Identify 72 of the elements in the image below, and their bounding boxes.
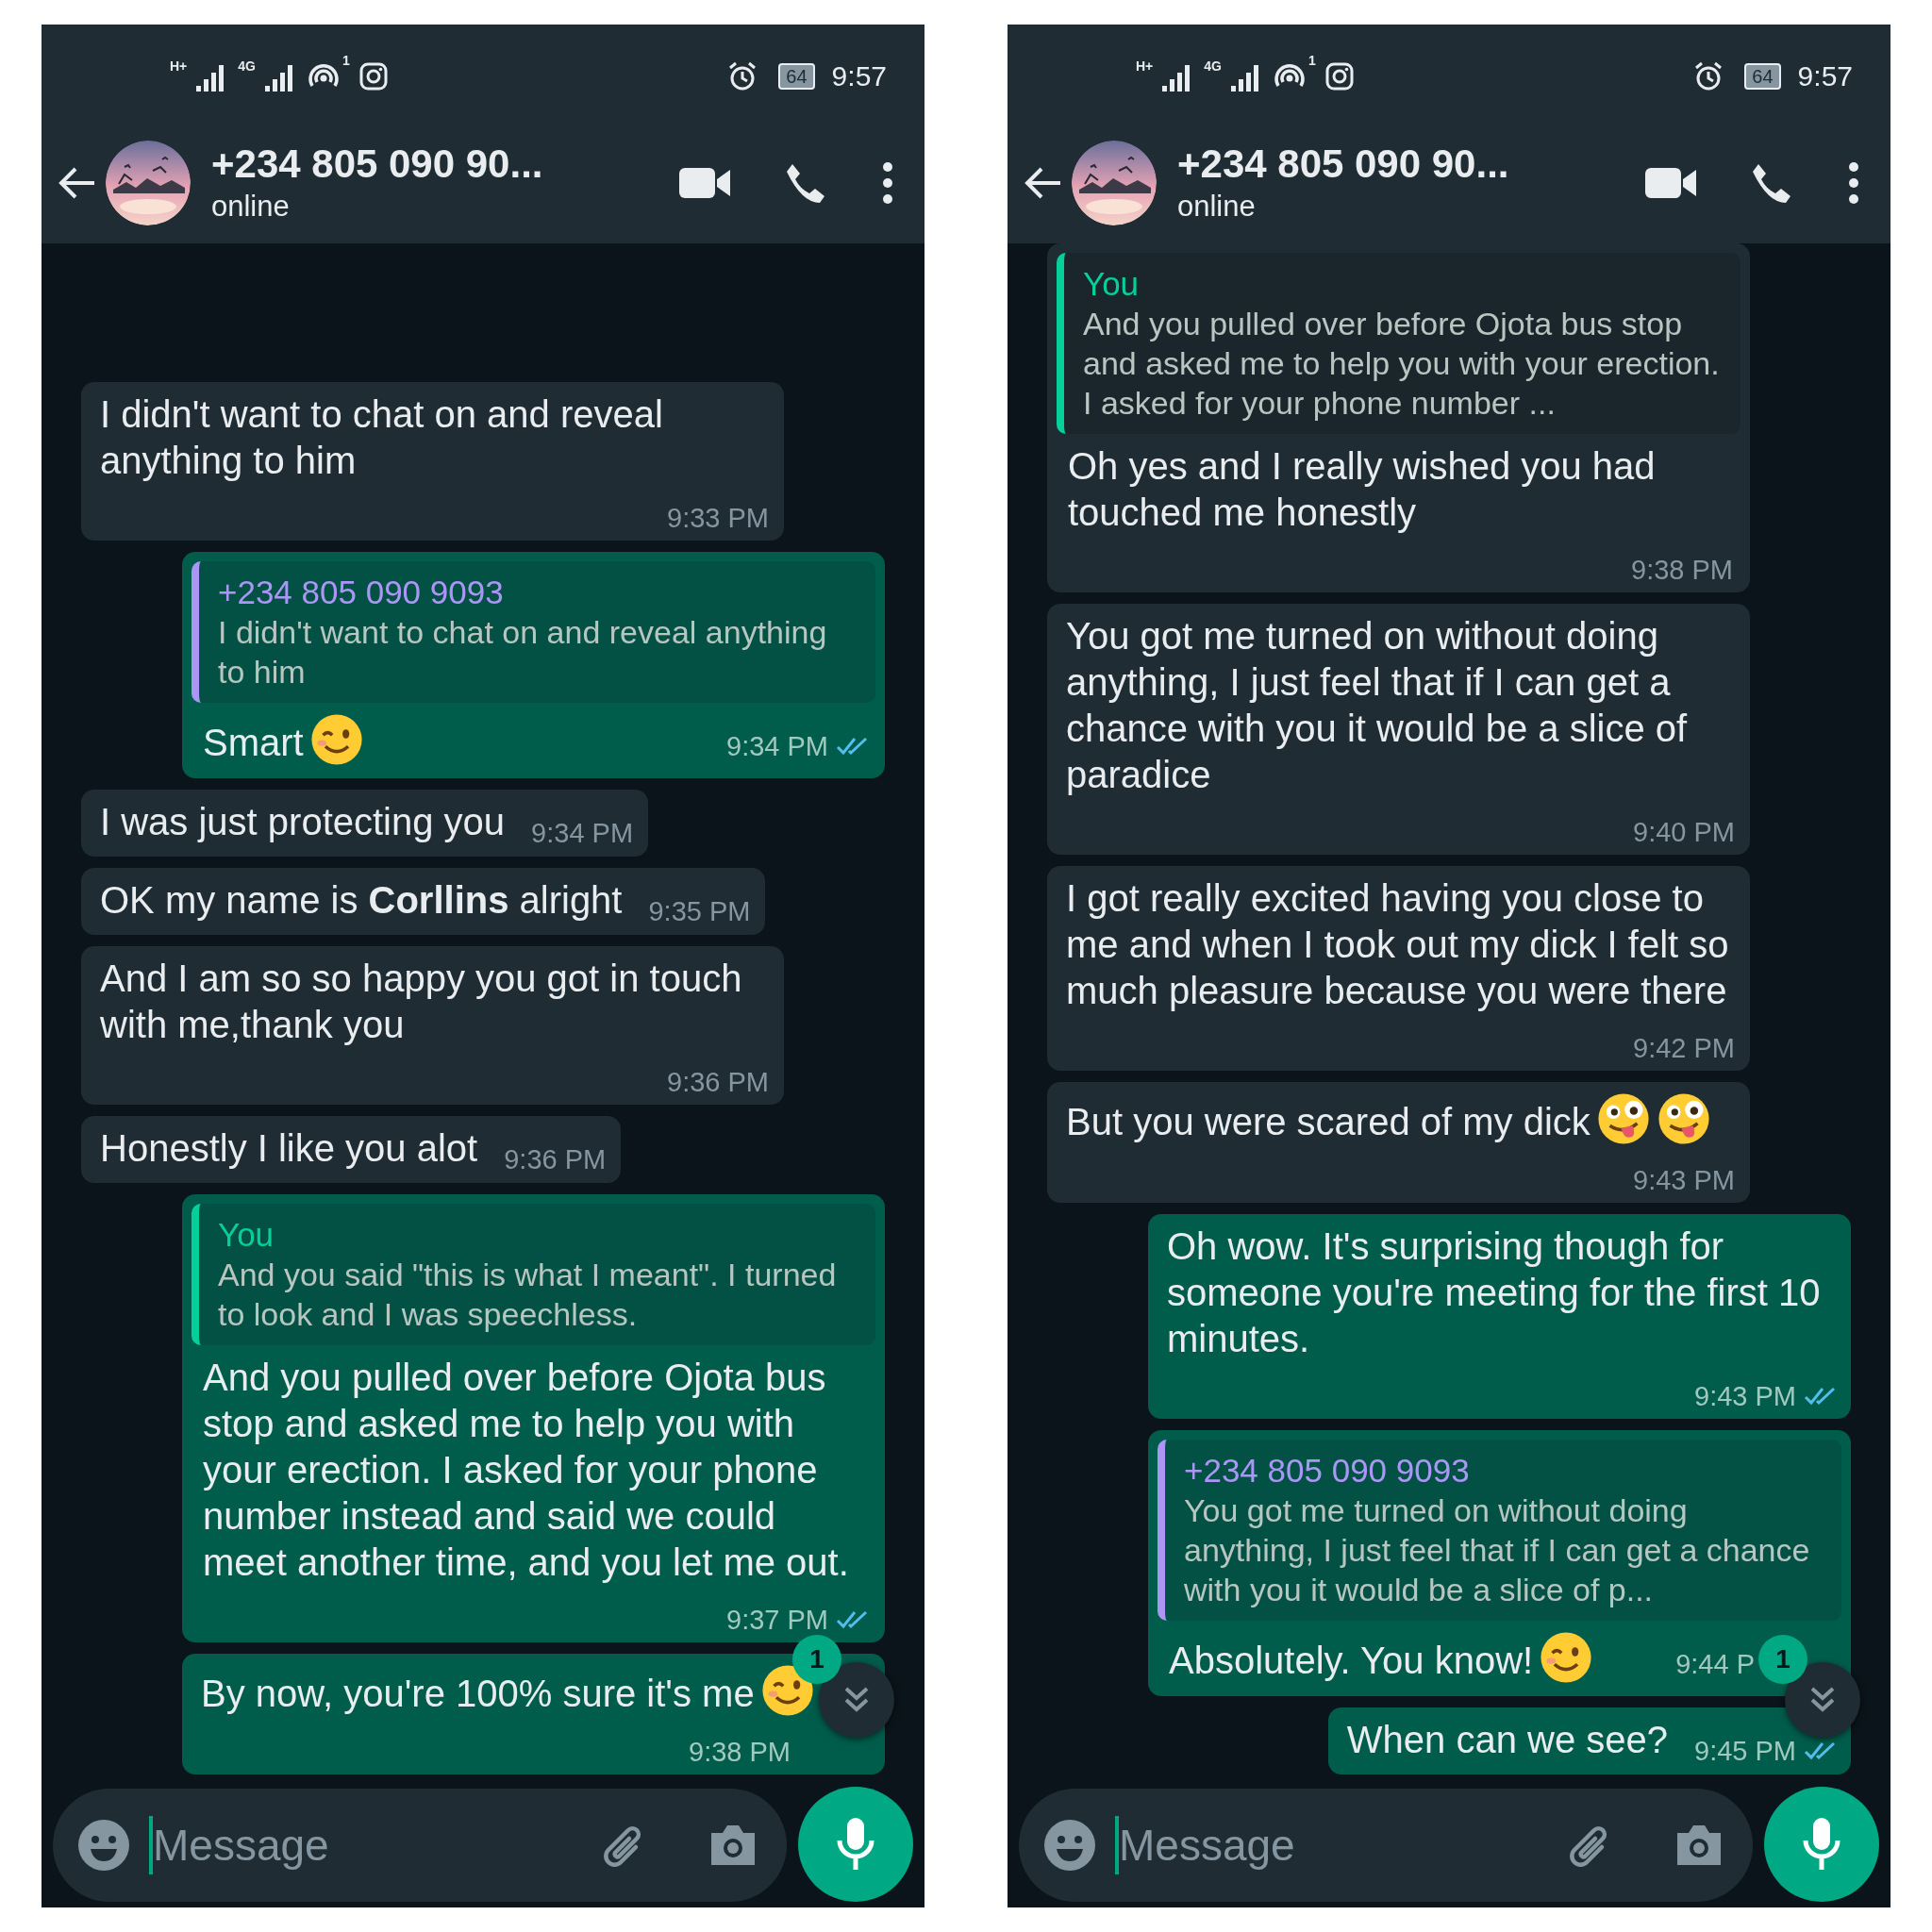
message-text: Absolutely. You know! xyxy=(1169,1639,1534,1683)
message-text: When can we see? xyxy=(1346,1718,1668,1762)
message-text: You got me turned on without doing anything, I just feel that if I can get a chance with you it would be a slice of paradice xyxy=(1066,614,1689,797)
hotspot-count: 1 xyxy=(1308,53,1316,68)
more-options-icon[interactable] xyxy=(881,161,894,205)
message-time: 9:35 PM xyxy=(648,895,751,928)
message-time: 9:40 PM xyxy=(1633,816,1735,849)
quoted-message[interactable]: You And you pulled over before Ojota bus stop and asked me to help you with your erection. I asked for your phone number ... xyxy=(1057,253,1740,434)
message-time: 9:33 PM xyxy=(667,502,769,535)
message-time: 9:44 P xyxy=(1675,1648,1755,1681)
camera-app-icon xyxy=(1324,62,1354,91)
contact-name[interactable]: +234 805 090 90... xyxy=(1177,141,1638,188)
quote-author: +234 805 090 9093 xyxy=(1184,1451,1471,1491)
wink-emoji-icon xyxy=(308,712,364,767)
clock-time: 9:57 xyxy=(831,60,887,92)
message-time: 9:34 PM xyxy=(531,817,634,850)
video-call-icon[interactable] xyxy=(679,166,732,200)
message-text: Oh wow. It's surprising though for someone you're meeting for the first 10 minutes. xyxy=(1167,1224,1822,1361)
hotspot-count: 1 xyxy=(342,53,350,68)
message-text: But you were scared of my dick xyxy=(1066,1100,1591,1144)
message-text: Honestly I like you alot xyxy=(100,1126,478,1171)
message-text: Smart xyxy=(203,721,304,765)
battery-indicator: 64 xyxy=(778,63,815,90)
quoted-message[interactable]: +234 805 090 9093 You got me turned on without doing anything, I just feel that if I can get a chance with you it would be a slice of p... xyxy=(1158,1440,1841,1621)
message-time: 9:36 PM xyxy=(504,1143,607,1176)
camera-app-icon xyxy=(358,62,388,91)
quote-author: You xyxy=(1083,264,1141,304)
wink-emoji-icon xyxy=(1539,1630,1594,1685)
message-text: Oh yes and I really wished you had touched me honestly xyxy=(1068,444,1657,535)
message-time: 9:37 PM xyxy=(726,1604,828,1637)
alarm-icon xyxy=(1693,61,1724,92)
clock-time: 9:57 xyxy=(1797,60,1853,92)
message-time: 9:36 PM xyxy=(667,1066,769,1099)
message-time: 9:43 PM xyxy=(1694,1380,1796,1413)
network-type-label: H+ xyxy=(1136,58,1154,74)
network-type-label: H+ xyxy=(170,58,188,74)
message-time: 9:34 PM xyxy=(726,730,828,763)
microphone-icon xyxy=(1801,1816,1842,1873)
quote-text: I didn't want to chat on and reveal anything to him xyxy=(218,613,828,691)
message-text: I got really excited having you close to me and when I took out my dick I felt so much pleasure because you were there xyxy=(1066,876,1730,1013)
message-time: 9:42 PM xyxy=(1633,1032,1735,1065)
tongue-emoji-icon xyxy=(1656,1091,1711,1146)
message-text: I was just protecting you xyxy=(100,800,506,844)
message-time: 9:38 PM xyxy=(1631,554,1733,587)
quote-text: And you said "this is what I meant". I turned to look and I was speechless. xyxy=(218,1256,838,1334)
message-text: OK my name is Corllins alright xyxy=(100,878,623,923)
message-text: By now, you're 100% sure it's me xyxy=(201,1672,755,1716)
quote-author: You xyxy=(218,1215,275,1255)
quote-author: +234 805 090 9093 xyxy=(218,573,505,612)
network-type-label: 4G xyxy=(1204,58,1222,74)
quote-text: You got me turned on without doing anything, I just feel that if I can get a chance with you it would be a slice of p... xyxy=(1184,1491,1811,1609)
network-type-label: 4G xyxy=(238,58,256,74)
alarm-icon xyxy=(727,61,758,92)
message-text: And you pulled over before Ojota bus stop and asked me to help you with your erection. I asked for your phone number instead and said we could meet another time, and you let me out. xyxy=(203,1356,850,1585)
message-time: 9:45 PM xyxy=(1694,1735,1796,1768)
emoji-icon[interactable] xyxy=(77,1819,130,1872)
quoted-message[interactable]: You And you said "this is what I meant". I turned to look and I was speechless. xyxy=(192,1204,875,1345)
more-options-icon[interactable] xyxy=(1847,161,1860,205)
emoji-icon[interactable] xyxy=(1043,1819,1096,1872)
quote-text: And you pulled over before Ojota bus stop and asked me to help you with your erection. I asked for your phone number ... xyxy=(1083,305,1721,423)
message-time: 9:43 PM xyxy=(1633,1164,1735,1197)
contact-status: online xyxy=(211,189,291,225)
contact-status: online xyxy=(1177,189,1257,225)
message-time: 9:38 PM xyxy=(689,1736,791,1769)
message-text: And I am so so happy you got in touch with me,thank you xyxy=(100,957,743,1047)
contact-name[interactable]: +234 805 090 90... xyxy=(211,141,672,188)
microphone-icon xyxy=(835,1816,876,1873)
quoted-message[interactable]: +234 805 090 9093 I didn't want to chat on and reveal anything to him xyxy=(192,561,875,703)
tongue-emoji-icon xyxy=(1595,1091,1651,1146)
message-text: I didn't want to chat on and reveal anything to him xyxy=(100,392,664,483)
battery-indicator: 64 xyxy=(1744,63,1781,90)
video-call-icon[interactable] xyxy=(1645,166,1698,200)
